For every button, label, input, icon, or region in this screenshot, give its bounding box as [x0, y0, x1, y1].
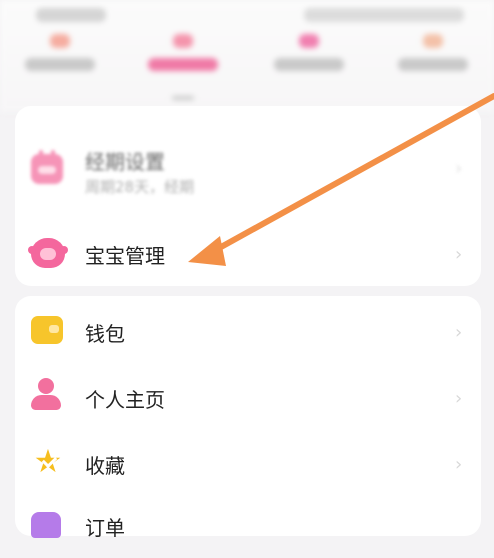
person-icon — [31, 378, 67, 414]
top-tab-4[interactable] — [388, 28, 478, 88]
menu-item-baby-management[interactable]: 宝宝管理 › — [15, 226, 481, 286]
tab-4-icon — [423, 34, 443, 48]
wallet-label: 钱包 — [85, 322, 125, 346]
chevron-right-icon: › — [455, 158, 463, 179]
chevron-right-icon: › — [455, 388, 463, 409]
menu-item-period-settings[interactable]: 经期设置 周期28天，经期 › — [15, 140, 481, 200]
settings-card-top: 经期设置 周期28天，经期 › 宝宝管理 › — [15, 106, 481, 286]
top-header — [0, 0, 494, 112]
chevron-right-icon: › — [455, 454, 463, 475]
menu-item-orders[interactable]: 订单 — [15, 498, 481, 558]
baby-management-label: 宝宝管理 — [85, 244, 165, 268]
settings-card-bottom: 钱包 › 个人主页 › ★ 收藏 › 订单 — [15, 296, 481, 540]
top-tab-1[interactable] — [15, 28, 105, 88]
menu-item-favorites[interactable]: ★ 收藏 › — [15, 432, 481, 492]
top-tab-3[interactable] — [264, 28, 354, 88]
profile-label: 个人主页 — [85, 388, 165, 412]
menu-item-wallet[interactable]: 钱包 › — [15, 300, 481, 360]
tab-1-label — [25, 58, 95, 71]
tab-2-icon — [173, 34, 193, 48]
baby-icon — [28, 238, 68, 274]
chevron-right-icon: › — [455, 322, 463, 343]
top-tabs — [0, 28, 494, 88]
status-bar — [0, 8, 494, 24]
chevron-right-icon: › — [455, 244, 463, 265]
calendar-icon — [31, 150, 67, 190]
tab-2-label — [148, 58, 218, 71]
period-settings-label: 经期设置 — [85, 150, 165, 174]
favorites-label: 收藏 — [85, 454, 125, 478]
top-tab-2[interactable] — [138, 28, 228, 88]
period-settings-subtitle: 周期28天，经期 — [85, 178, 195, 196]
orders-label: 订单 — [85, 516, 125, 540]
tab-4-label — [398, 58, 468, 71]
status-time — [36, 8, 106, 22]
order-icon — [31, 512, 67, 548]
tab-indicator — [172, 96, 194, 100]
star-icon: ★ — [33, 442, 63, 480]
tab-3-label — [274, 58, 344, 71]
menu-item-profile[interactable]: 个人主页 › — [15, 366, 481, 426]
wallet-icon — [31, 316, 67, 352]
tab-1-icon — [50, 34, 70, 48]
tab-3-icon — [299, 34, 319, 48]
status-icons — [304, 8, 464, 22]
